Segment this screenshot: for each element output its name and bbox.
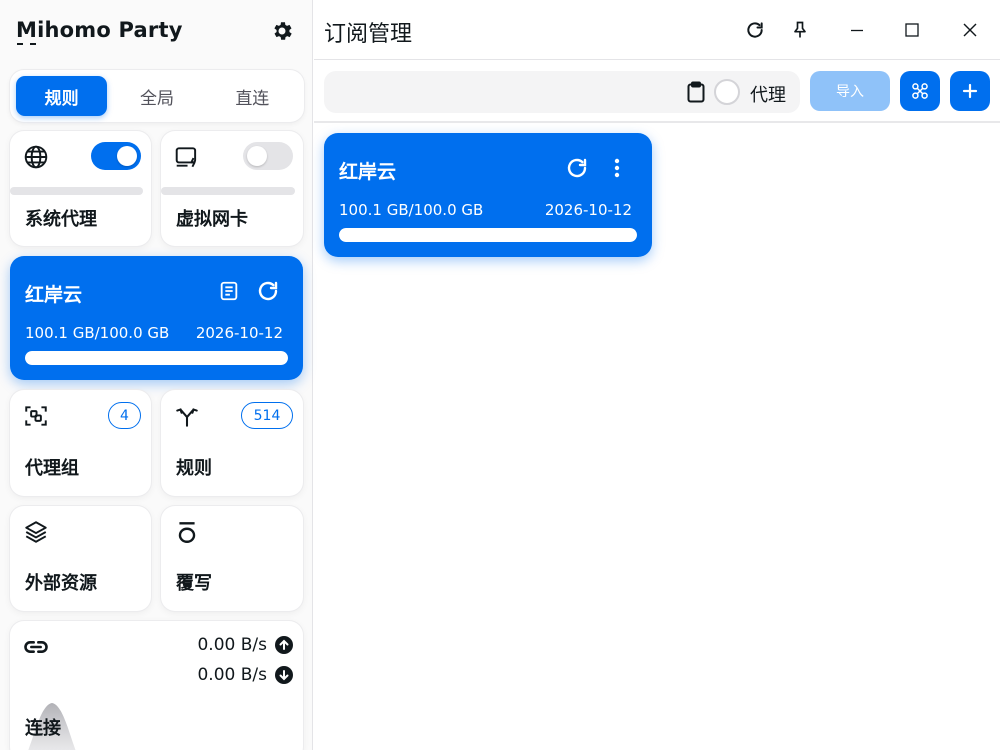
pin-icon bbox=[794, 21, 806, 38]
external-resources-label: 外部资源 bbox=[25, 573, 97, 594]
tun-toggle[interactable] bbox=[243, 142, 293, 170]
download-speed: 0.00 B/s bbox=[197, 665, 267, 685]
rule-count: 514 bbox=[241, 402, 293, 429]
sort-profiles-button[interactable] bbox=[900, 71, 940, 111]
system-proxy-card[interactable]: 系统代理 bbox=[10, 131, 151, 246]
page-title: 订阅管理 bbox=[324, 22, 413, 47]
title-bar: 订阅管理 bbox=[314, 0, 1000, 60]
maximize-icon bbox=[905, 23, 919, 37]
proxy-groups-card[interactable]: 4 代理组 bbox=[10, 390, 151, 496]
mode-tab-direct[interactable]: 直连 bbox=[207, 76, 298, 116]
use-proxy-label: 代理 bbox=[750, 85, 786, 106]
tun-label: 虚拟网卡 bbox=[176, 209, 248, 230]
card-divider bbox=[161, 187, 295, 195]
gear-icon bbox=[274, 22, 292, 40]
minimize-button[interactable] bbox=[842, 15, 872, 45]
rules-label: 规则 bbox=[176, 458, 212, 479]
subscription-usage-bar bbox=[25, 351, 288, 365]
sidebar: Mihomo Party 规则 全局 直连 系统代理 虚拟网卡 红岸云 100.… bbox=[0, 0, 313, 750]
override-label: 覆写 bbox=[176, 573, 212, 594]
layers-icon bbox=[22, 518, 50, 546]
connections-label: 连接 bbox=[25, 718, 61, 739]
proxy-groups-label: 代理组 bbox=[25, 458, 79, 479]
close-button[interactable] bbox=[955, 15, 985, 45]
system-proxy-toggle[interactable] bbox=[91, 142, 141, 170]
profile-expiry: 2026-10-12 bbox=[544, 201, 632, 219]
override-card[interactable]: 覆写 bbox=[161, 506, 303, 611]
rules-card[interactable]: 514 规则 bbox=[161, 390, 303, 496]
upload-speed: 0.00 B/s bbox=[197, 635, 267, 655]
mode-tab-rule[interactable]: 规则 bbox=[16, 76, 108, 116]
view-logs-button[interactable] bbox=[215, 277, 243, 305]
clipboard-icon bbox=[687, 81, 705, 103]
fork-icon bbox=[173, 402, 201, 430]
document-icon bbox=[220, 281, 238, 301]
outbound-mode-switcher: 规则 全局 直连 bbox=[10, 70, 304, 122]
import-button[interactable]: 导入 bbox=[810, 71, 890, 111]
subscription-url-input[interactable] bbox=[324, 71, 674, 113]
globe-icon bbox=[22, 143, 50, 171]
profile-more-button[interactable] bbox=[603, 154, 631, 182]
plus-icon bbox=[962, 83, 978, 99]
profile-name: 红岸云 bbox=[339, 161, 397, 183]
arrow-down-icon bbox=[275, 666, 293, 684]
proxy-group-icon bbox=[22, 402, 50, 430]
override-icon bbox=[173, 518, 201, 546]
toggle-knob bbox=[117, 146, 137, 166]
upload-speed-row: 0.00 B/s bbox=[197, 635, 293, 655]
current-subscription-card[interactable]: 红岸云 100.1 GB/100.0 GB 2026-10-12 bbox=[10, 256, 303, 380]
link-icon bbox=[22, 633, 50, 661]
usage-bar-fill bbox=[25, 351, 288, 365]
refresh-subscription-button[interactable] bbox=[254, 277, 282, 305]
drag-sort-icon bbox=[912, 83, 928, 99]
mode-tab-global[interactable]: 全局 bbox=[111, 76, 202, 116]
refresh-icon bbox=[747, 22, 763, 38]
proxy-group-count: 4 bbox=[108, 402, 141, 429]
paste-button[interactable] bbox=[684, 80, 708, 104]
refresh-all-button[interactable] bbox=[740, 15, 770, 45]
maximize-button[interactable] bbox=[897, 15, 927, 45]
pin-window-button[interactable] bbox=[785, 15, 815, 45]
brand-name: ihomo Party bbox=[37, 18, 183, 42]
tun-card[interactable]: 虚拟网卡 bbox=[161, 131, 303, 246]
minimize-icon bbox=[851, 29, 863, 32]
update-profile-button[interactable] bbox=[563, 154, 591, 182]
refresh-icon bbox=[258, 281, 278, 301]
profile-usage-bar bbox=[339, 228, 637, 242]
external-resources-card[interactable]: 外部资源 bbox=[10, 506, 151, 611]
brand-logo-letter: M bbox=[16, 18, 38, 45]
toggle-knob bbox=[247, 146, 267, 166]
subscription-name: 红岸云 bbox=[25, 284, 83, 306]
profile-card[interactable]: 红岸云 100.1 GB/100.0 GB 2026-10-12 bbox=[324, 133, 652, 257]
usage-bar-fill bbox=[339, 228, 637, 242]
connections-card[interactable]: 0.00 B/s 0.00 B/s 连接 bbox=[10, 621, 303, 750]
close-icon bbox=[963, 23, 977, 37]
url-input-container: 代理 bbox=[324, 71, 800, 113]
subscription-traffic: 100.1 GB/100.0 GB bbox=[25, 324, 170, 342]
more-vertical-icon bbox=[614, 158, 620, 178]
profile-toolbar: 代理 导入 bbox=[314, 61, 1000, 123]
system-proxy-label: 系统代理 bbox=[25, 209, 97, 230]
app-brand: Mihomo Party bbox=[16, 14, 183, 46]
profile-traffic: 100.1 GB/100.0 GB bbox=[339, 201, 484, 219]
network-card-icon bbox=[173, 143, 201, 171]
use-proxy-checkbox[interactable] bbox=[714, 79, 740, 105]
add-profile-button[interactable] bbox=[950, 71, 990, 111]
subscription-expiry: 2026-10-12 bbox=[195, 324, 283, 342]
card-divider bbox=[10, 187, 143, 195]
download-speed-row: 0.00 B/s bbox=[197, 665, 293, 685]
settings-button[interactable] bbox=[268, 17, 296, 45]
arrow-up-icon bbox=[275, 636, 293, 654]
refresh-icon bbox=[567, 158, 587, 178]
